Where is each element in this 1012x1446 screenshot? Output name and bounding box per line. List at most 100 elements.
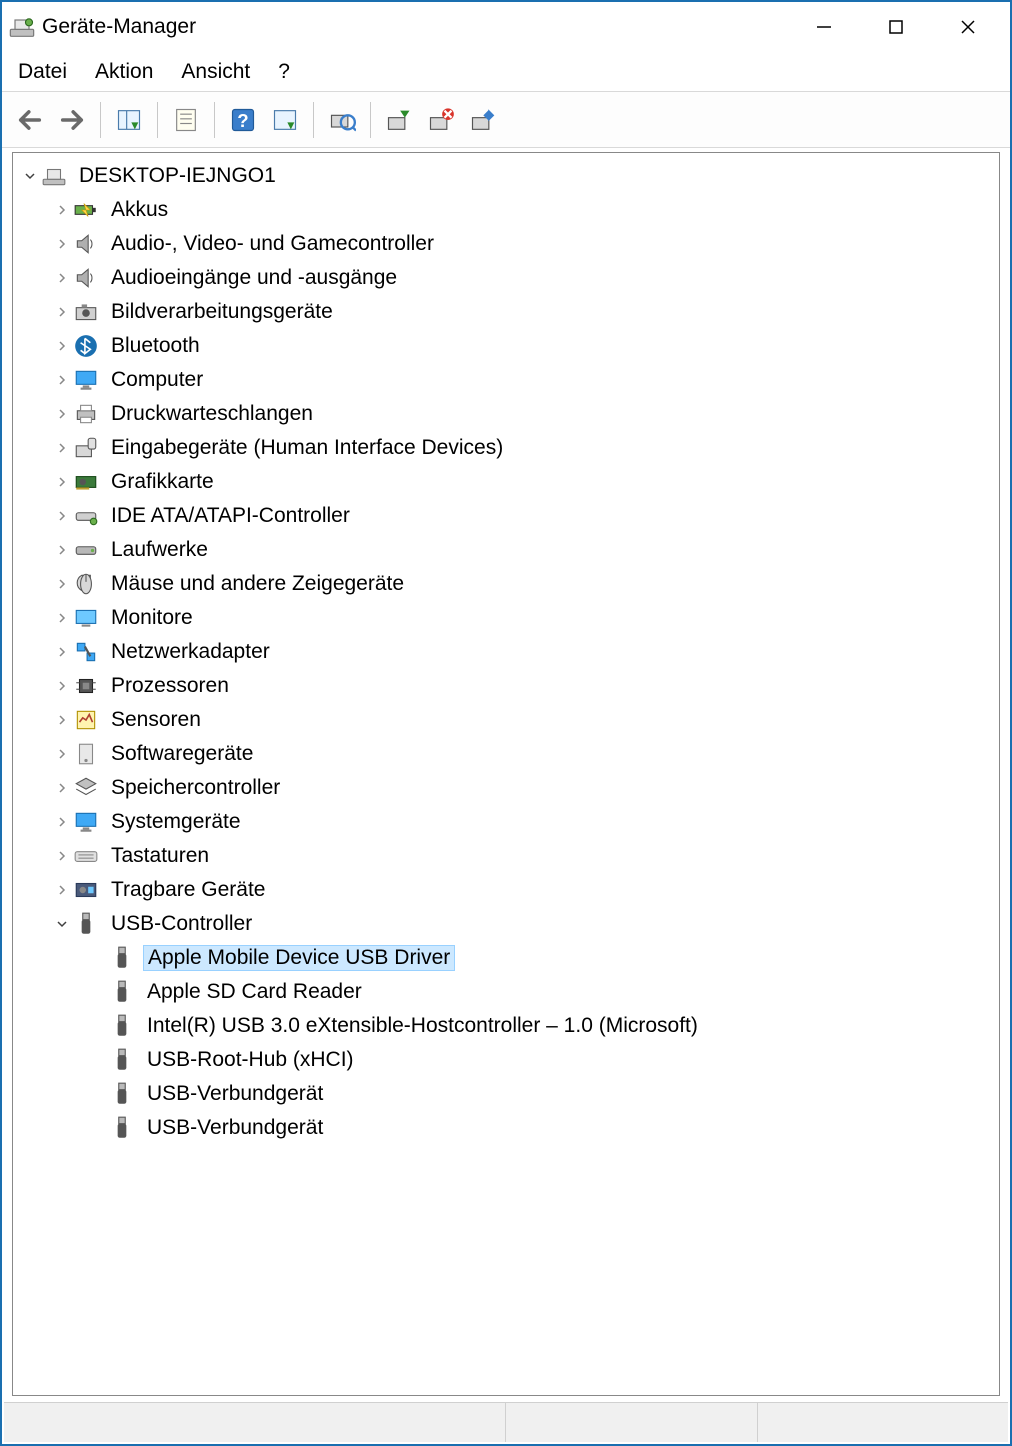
tree-category-label: Bluetooth — [107, 334, 204, 358]
chevron-right-icon[interactable] — [53, 439, 71, 457]
tree-device-label: USB-Verbundgerät — [143, 1082, 327, 1106]
action-button[interactable] — [267, 102, 303, 138]
show-hide-tree-button[interactable] — [111, 102, 147, 138]
battery-icon — [73, 197, 99, 223]
toolbar-sep — [370, 102, 371, 138]
tree-category-label: USB-Controller — [107, 912, 256, 936]
tree-device[interactable]: Apple Mobile Device USB Driver — [13, 941, 999, 975]
minimize-button[interactable] — [788, 3, 860, 51]
tree-category[interactable]: Tragbare Geräte — [13, 873, 999, 907]
chevron-right-icon[interactable] — [53, 201, 71, 219]
speaker-icon — [73, 265, 99, 291]
chevron-right-icon[interactable] — [53, 813, 71, 831]
tree-category[interactable]: IDE ATA/ATAPI-Controller — [13, 499, 999, 533]
usb-icon — [73, 911, 99, 937]
chevron-right-icon[interactable] — [53, 643, 71, 661]
tree-category[interactable]: Prozessoren — [13, 669, 999, 703]
chevron-right-icon[interactable] — [53, 541, 71, 559]
tree-category[interactable]: Laufwerke — [13, 533, 999, 567]
chevron-right-icon[interactable] — [53, 847, 71, 865]
chevron-down-icon[interactable] — [53, 915, 71, 933]
tree-category[interactable]: Systemgeräte — [13, 805, 999, 839]
tree-category-label: Akkus — [107, 198, 172, 222]
usb-icon — [109, 1115, 135, 1141]
printer-icon — [73, 401, 99, 427]
help-button[interactable]: ? — [225, 102, 261, 138]
menubar: Datei Aktion Ansicht ? — [2, 52, 1010, 92]
tree-category[interactable]: Sensoren — [13, 703, 999, 737]
tree-category[interactable]: Bluetooth — [13, 329, 999, 363]
tree-device-label: Apple Mobile Device USB Driver — [143, 945, 455, 971]
chevron-right-icon[interactable] — [53, 371, 71, 389]
tree-category[interactable]: Eingabegeräte (Human Interface Devices) — [13, 431, 999, 465]
gpu-icon — [73, 469, 99, 495]
tree-device[interactable]: USB-Root-Hub (xHCI) — [13, 1043, 999, 1077]
back-button[interactable] — [12, 102, 48, 138]
scan-hardware-button[interactable] — [324, 102, 360, 138]
menu-help[interactable]: ? — [278, 60, 290, 84]
tree-category-label: Bildverarbeitungsgeräte — [107, 300, 337, 324]
tree-category[interactable]: Druckwarteschlangen — [13, 397, 999, 431]
chevron-right-icon[interactable] — [53, 575, 71, 593]
chevron-right-icon[interactable] — [53, 473, 71, 491]
tree-category[interactable]: Tastaturen — [13, 839, 999, 873]
tree-category-label: Tragbare Geräte — [107, 878, 269, 902]
camera-icon — [73, 299, 99, 325]
tree-category[interactable]: Bildverarbeitungsgeräte — [13, 295, 999, 329]
disable-device-button[interactable] — [465, 102, 501, 138]
tree-device[interactable]: USB-Verbundgerät — [13, 1111, 999, 1145]
tree-category-label: Speichercontroller — [107, 776, 284, 800]
tree-device[interactable]: Apple SD Card Reader — [13, 975, 999, 1009]
window-title: Geräte-Manager — [42, 15, 788, 39]
uninstall-device-button[interactable] — [423, 102, 459, 138]
forward-button[interactable] — [54, 102, 90, 138]
chevron-right-icon[interactable] — [53, 507, 71, 525]
tree-root[interactable]: DESKTOP-IEJNGO1 — [13, 159, 999, 193]
tree-category-label: Audio-, Video- und Gamecontroller — [107, 232, 438, 256]
chevron-right-icon[interactable] — [53, 779, 71, 797]
tree-category-usb[interactable]: USB-Controller — [13, 907, 999, 941]
toolbar: ? — [2, 92, 1010, 148]
menu-file[interactable]: Datei — [18, 60, 67, 84]
status-bar — [4, 1402, 1008, 1442]
chevron-right-icon[interactable] — [53, 609, 71, 627]
menu-action[interactable]: Aktion — [95, 60, 153, 84]
status-cell — [4, 1403, 506, 1442]
tree-category[interactable]: Computer — [13, 363, 999, 397]
tree-category[interactable]: Grafikkarte — [13, 465, 999, 499]
tree-category-label: Prozessoren — [107, 674, 233, 698]
tree-category[interactable]: Softwaregeräte — [13, 737, 999, 771]
toolbar-sep — [100, 102, 101, 138]
speaker-icon — [73, 231, 99, 257]
maximize-button[interactable] — [860, 3, 932, 51]
tree-category[interactable]: Audioeingänge und -ausgänge — [13, 261, 999, 295]
usb-icon — [109, 1047, 135, 1073]
chevron-right-icon[interactable] — [53, 881, 71, 899]
chevron-right-icon[interactable] — [53, 677, 71, 695]
tree-category[interactable]: Audio-, Video- und Gamecontroller — [13, 227, 999, 261]
tree-category[interactable]: Monitore — [13, 601, 999, 635]
chevron-down-icon[interactable] — [21, 167, 39, 185]
chevron-right-icon[interactable] — [53, 745, 71, 763]
properties-button[interactable] — [168, 102, 204, 138]
update-driver-button[interactable] — [381, 102, 417, 138]
tree-category[interactable]: Mäuse und andere Zeigegeräte — [13, 567, 999, 601]
tree-category[interactable]: Netzwerkadapter — [13, 635, 999, 669]
close-button[interactable] — [932, 3, 1004, 51]
chevron-right-icon[interactable] — [53, 235, 71, 253]
menu-view[interactable]: Ansicht — [181, 60, 250, 84]
mouse-icon — [73, 571, 99, 597]
cpu-icon — [73, 673, 99, 699]
chevron-right-icon[interactable] — [53, 405, 71, 423]
tree-device[interactable]: Intel(R) USB 3.0 eXtensible-Hostcontroll… — [13, 1009, 999, 1043]
tree-category[interactable]: Speichercontroller — [13, 771, 999, 805]
toolbar-sep — [214, 102, 215, 138]
keyboard-icon — [73, 843, 99, 869]
tree-device[interactable]: USB-Verbundgerät — [13, 1077, 999, 1111]
tree-category[interactable]: Akkus — [13, 193, 999, 227]
chevron-right-icon[interactable] — [53, 303, 71, 321]
device-tree[interactable]: DESKTOP-IEJNGO1 Akkus Audio-, Video- und … — [12, 152, 1000, 1396]
chevron-right-icon[interactable] — [53, 337, 71, 355]
chevron-right-icon[interactable] — [53, 269, 71, 287]
chevron-right-icon[interactable] — [53, 711, 71, 729]
